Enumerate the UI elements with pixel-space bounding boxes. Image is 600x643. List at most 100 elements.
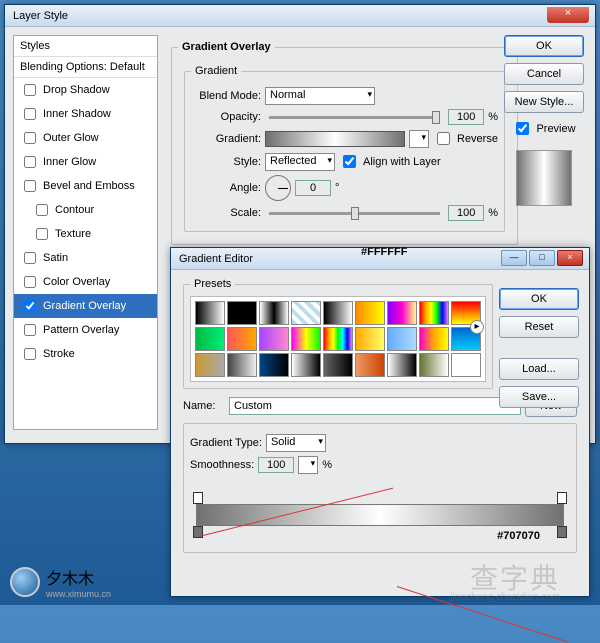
align-checkbox[interactable]: Align with Layer	[339, 152, 441, 171]
ok-button[interactable]: OK	[504, 35, 584, 57]
ge-title: Gradient Editor	[179, 253, 253, 265]
gradient-editor-window: Gradient Editor — □ × Presets ▸ OK Reset…	[170, 247, 590, 597]
preset-swatch[interactable]	[259, 327, 289, 351]
opacity-label: Opacity:	[191, 111, 261, 123]
smoothness-label: Smoothness:	[190, 459, 254, 471]
button-column: OK Cancel New Style... Preview	[501, 35, 587, 206]
degree-label: °	[335, 182, 339, 194]
preset-swatch[interactable]	[195, 301, 225, 325]
percent-label: %	[488, 207, 498, 219]
smoothness-arrow[interactable]	[298, 456, 318, 474]
style-item-contour[interactable]: Contour	[14, 198, 157, 222]
section-title: Gradient Overlay	[178, 41, 275, 53]
preset-swatch[interactable]	[195, 327, 225, 351]
preset-swatch[interactable]	[355, 327, 385, 351]
percent-label: %	[322, 459, 332, 471]
color-gray-label: #707070	[497, 530, 540, 542]
preset-swatch[interactable]	[387, 353, 417, 377]
preset-swatch[interactable]	[291, 327, 321, 351]
name-label: Name:	[183, 400, 225, 412]
gradient-bar[interactable]	[196, 504, 564, 526]
gradient-overlay-panel: Gradient Overlay Gradient Blend Mode: No…	[165, 35, 500, 251]
scale-label: Scale:	[191, 207, 261, 219]
preset-swatch[interactable]	[387, 301, 417, 325]
type-dropdown[interactable]: Solid	[266, 434, 326, 452]
type-label: Gradient Type:	[190, 437, 262, 449]
presets-menu-icon[interactable]: ▸	[470, 320, 484, 334]
preset-swatch[interactable]	[451, 353, 481, 377]
subsection-title: Gradient	[191, 65, 241, 77]
preset-swatch[interactable]	[259, 353, 289, 377]
style-item-pattern-overlay[interactable]: Pattern Overlay	[14, 318, 157, 342]
scale-value[interactable]: 100	[448, 205, 484, 221]
blend-mode-dropdown[interactable]: Normal	[265, 87, 375, 105]
style-item-drop-shadow[interactable]: Drop Shadow	[14, 78, 157, 102]
preset-swatch[interactable]	[419, 301, 449, 325]
preset-swatch[interactable]	[227, 301, 257, 325]
style-item-gradient-overlay[interactable]: Gradient Overlay	[14, 294, 157, 318]
style-item-inner-glow[interactable]: Inner Glow	[14, 150, 157, 174]
minimize-icon[interactable]: —	[501, 250, 527, 266]
smoothness-value[interactable]: 100	[258, 457, 294, 473]
opacity-slider[interactable]	[269, 116, 440, 119]
ge-button-column: OK Reset Load... Save...	[499, 288, 579, 408]
ge-reset-button[interactable]: Reset	[499, 316, 579, 338]
preset-swatch[interactable]	[227, 327, 257, 351]
close-icon[interactable]: ×	[547, 7, 589, 23]
preset-swatch[interactable]	[355, 301, 385, 325]
preset-swatch[interactable]	[291, 301, 321, 325]
preview-swatch	[516, 150, 572, 206]
footer-watermark: 夕木木 www.ximumu.cn	[10, 565, 111, 599]
preset-swatch[interactable]	[195, 353, 225, 377]
color-white-label: #FFFFFF	[361, 246, 407, 258]
scale-slider[interactable]	[269, 212, 440, 215]
close-icon[interactable]: ×	[557, 250, 583, 266]
ge-ok-button[interactable]: OK	[499, 288, 579, 310]
style-item-color-overlay[interactable]: Color Overlay	[14, 270, 157, 294]
opacity-stop-left[interactable]	[193, 492, 203, 504]
blend-mode-label: Blend Mode:	[191, 90, 261, 102]
opacity-stop-right[interactable]	[557, 492, 567, 504]
preset-swatch[interactable]	[419, 353, 449, 377]
bg-watermark-sub: jiaocheng.chazidian.com	[450, 592, 560, 603]
footer-text: 夕木木	[46, 565, 111, 589]
style-item-inner-shadow[interactable]: Inner Shadow	[14, 102, 157, 126]
footer-logo-icon	[10, 567, 40, 597]
preset-swatch[interactable]	[227, 353, 257, 377]
preset-swatch[interactable]	[291, 353, 321, 377]
window-title: Layer Style	[13, 10, 68, 22]
preset-swatch[interactable]	[419, 327, 449, 351]
titlebar[interactable]: Layer Style ×	[5, 5, 595, 27]
style-item-satin[interactable]: Satin	[14, 246, 157, 270]
opacity-value[interactable]: 100	[448, 109, 484, 125]
presets-label: Presets	[190, 278, 235, 290]
style-item-stroke[interactable]: Stroke	[14, 342, 157, 366]
gradient-preview[interactable]	[265, 131, 405, 147]
style-item-outer-glow[interactable]: Outer Glow	[14, 126, 157, 150]
cancel-button[interactable]: Cancel	[504, 63, 584, 85]
styles-header[interactable]: Styles	[14, 36, 157, 57]
footer-url: www.ximumu.cn	[46, 589, 111, 599]
preset-swatch[interactable]	[323, 301, 353, 325]
preset-swatch[interactable]	[323, 353, 353, 377]
preset-swatch[interactable]	[259, 301, 289, 325]
preset-swatch[interactable]	[323, 327, 353, 351]
preset-swatch[interactable]	[355, 353, 385, 377]
style-dropdown[interactable]: Reflected	[265, 153, 335, 171]
gradient-dropdown-arrow[interactable]	[409, 130, 429, 148]
preview-checkbox[interactable]: Preview	[512, 119, 575, 138]
preset-swatch[interactable]	[387, 327, 417, 351]
blending-header[interactable]: Blending Options: Default	[14, 57, 157, 78]
new-style-button[interactable]: New Style...	[504, 91, 584, 113]
reverse-checkbox[interactable]: Reverse	[433, 129, 498, 148]
angle-value[interactable]: 0	[295, 180, 331, 196]
angle-dial[interactable]	[265, 175, 291, 201]
ge-load-button[interactable]: Load...	[499, 358, 579, 380]
style-item-texture[interactable]: Texture	[14, 222, 157, 246]
style-label: Style:	[191, 156, 261, 168]
maximize-icon[interactable]: □	[529, 250, 555, 266]
style-item-bevel-and-emboss[interactable]: Bevel and Emboss	[14, 174, 157, 198]
ge-save-button[interactable]: Save...	[499, 386, 579, 408]
name-input[interactable]	[229, 397, 521, 415]
styles-list: Styles Blending Options: Default Drop Sh…	[13, 35, 158, 430]
